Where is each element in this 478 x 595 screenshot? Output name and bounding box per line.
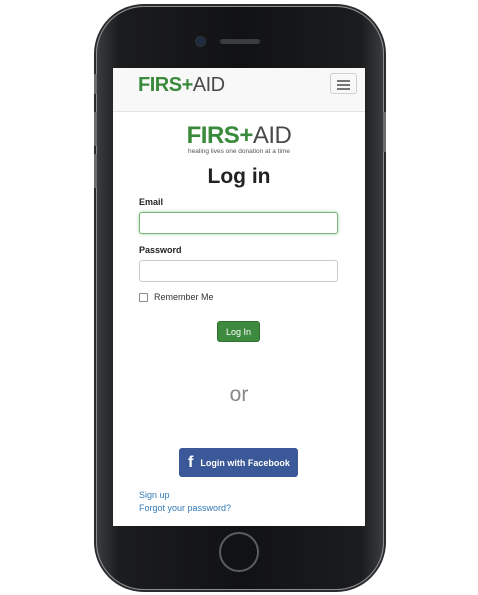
password-field[interactable] <box>139 260 338 282</box>
facebook-login-button[interactable]: f Login with Facebook <box>179 448 298 477</box>
remember-me-checkbox[interactable] <box>139 292 148 302</box>
earpiece-speaker <box>220 39 260 44</box>
facebook-f-icon: f <box>188 453 194 471</box>
signup-link[interactable]: Sign up <box>139 490 170 500</box>
logo-plus-icon: + <box>239 122 253 149</box>
logo-tagline: healing lives one donation at a time <box>188 148 290 155</box>
firstaid-logo: FIRS+AID healing lives one donation at a… <box>113 123 365 156</box>
home-button[interactable] <box>219 532 259 572</box>
brand-text-left: FIRS <box>138 74 182 96</box>
remember-me-label: Remember Me <box>154 292 214 302</box>
volume-down-button <box>94 154 97 188</box>
password-label: Password <box>139 245 182 255</box>
navbar-brand[interactable]: FIRS+AID <box>138 74 225 96</box>
logo-text-left: FIRS <box>186 122 240 149</box>
forgot-password-link[interactable]: Forgot your password? <box>139 503 231 513</box>
email-label: Email <box>139 197 164 207</box>
remember-me[interactable]: Remember Me <box>139 292 214 302</box>
facebook-login-label: Login with Facebook <box>200 457 290 468</box>
login-button[interactable]: Log In <box>217 321 260 342</box>
phone-screen: FIRS+AID FIRS+AID healing lives one dona… <box>113 68 365 526</box>
brand-text-right: AID <box>192 74 225 96</box>
volume-up-button <box>94 112 97 146</box>
or-divider: or <box>229 383 249 406</box>
power-button <box>383 112 386 152</box>
brand-plus-icon: + <box>181 74 194 96</box>
logo-text-right: AID <box>252 122 292 149</box>
front-camera <box>196 37 205 46</box>
navbar: FIRS+AID <box>113 68 365 112</box>
page-title: Log in <box>207 165 271 188</box>
hamburger-menu-icon[interactable] <box>330 73 357 94</box>
email-field[interactable] <box>139 212 338 234</box>
mute-switch <box>94 74 97 94</box>
